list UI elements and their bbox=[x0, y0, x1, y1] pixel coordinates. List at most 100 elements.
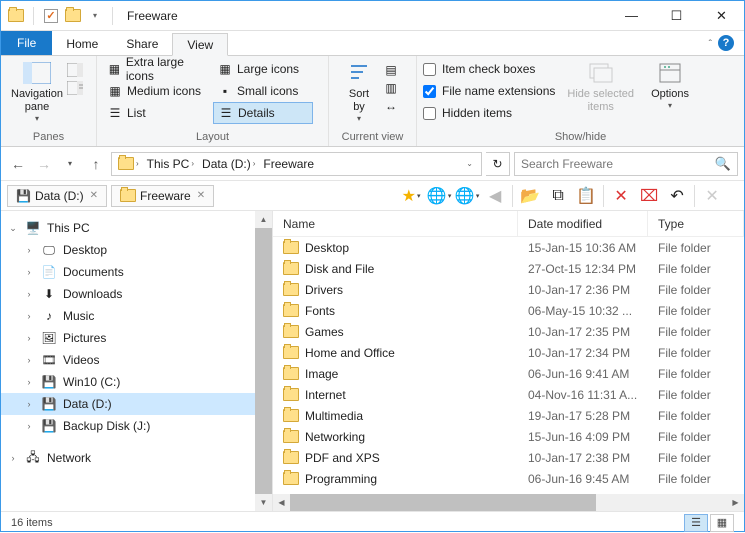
expand-icon[interactable]: › bbox=[23, 311, 35, 321]
recent-dropdown[interactable]: ▾ bbox=[59, 153, 81, 175]
scroll-up-icon[interactable]: ▲ bbox=[255, 211, 272, 228]
table-row[interactable]: Games10-Jan-17 2:35 PMFile folder bbox=[273, 321, 744, 342]
expand-icon[interactable]: › bbox=[23, 355, 35, 365]
sort-by-button[interactable]: Sort by ▾ bbox=[335, 58, 383, 126]
scroll-thumb[interactable] bbox=[255, 228, 272, 494]
layout-list[interactable]: ☰List bbox=[103, 102, 213, 124]
horizontal-scrollbar[interactable]: ◀ ▶ bbox=[273, 494, 744, 511]
minimize-button[interactable]: — bbox=[609, 1, 654, 30]
forward-button[interactable]: → bbox=[33, 153, 55, 175]
layout-medium[interactable]: ▦Medium icons bbox=[103, 80, 213, 102]
size-columns-icon[interactable]: ↔ bbox=[383, 98, 399, 114]
table-row[interactable]: Internet04-Nov-16 11:31 A...File folder bbox=[273, 384, 744, 405]
crumb-this-pc[interactable]: This PC› bbox=[143, 153, 198, 175]
maximize-button[interactable]: ☐ bbox=[654, 1, 699, 30]
col-name[interactable]: Name bbox=[273, 211, 518, 236]
nav-item[interactable]: ›💾Data (D:) bbox=[1, 393, 272, 415]
expand-icon[interactable]: › bbox=[23, 267, 35, 277]
table-row[interactable]: Desktop15-Jan-15 10:36 AMFile folder bbox=[273, 237, 744, 258]
chk-item-checkboxes[interactable]: Item check boxes bbox=[423, 58, 555, 80]
options-button[interactable]: Options ▾ bbox=[646, 58, 694, 113]
open-folder-button[interactable]: 📂 bbox=[517, 183, 543, 209]
nav-item[interactable]: ›⬇Downloads bbox=[1, 283, 272, 305]
nav-this-pc[interactable]: ⌄ 🖥️ This PC bbox=[1, 217, 272, 239]
table-row[interactable]: Networking15-Jun-16 4:09 PMFile folder bbox=[273, 426, 744, 447]
nav-item[interactable]: ›🎞Videos bbox=[1, 349, 272, 371]
chk-hidden-items[interactable]: Hidden items bbox=[423, 102, 555, 124]
crumb-dropdown-icon[interactable]: ⌄ bbox=[460, 159, 479, 168]
qat-dropdown-icon[interactable]: ▾ bbox=[86, 5, 104, 27]
breadcrumb[interactable]: › This PC› Data (D:)› Freeware ⌄ bbox=[111, 152, 482, 176]
qat-new-folder-icon[interactable] bbox=[64, 5, 82, 27]
view-details-button[interactable]: ☰ bbox=[684, 514, 708, 532]
tab-file[interactable]: File bbox=[1, 31, 52, 55]
delete-button[interactable]: ✕ bbox=[608, 183, 634, 209]
refresh-button[interactable]: ↻ bbox=[486, 152, 510, 176]
expand-icon[interactable]: › bbox=[23, 289, 35, 299]
paste-button[interactable]: 📋 bbox=[573, 183, 599, 209]
scroll-thumb[interactable] bbox=[290, 494, 596, 511]
navigation-pane-button[interactable]: Navigation pane ▾ bbox=[7, 58, 67, 126]
table-row[interactable]: Image06-Jun-16 9:41 AMFile folder bbox=[273, 363, 744, 384]
table-row[interactable]: Fonts06-May-15 10:32 ...File folder bbox=[273, 300, 744, 321]
nav-item[interactable]: ›🖼Pictures bbox=[1, 327, 272, 349]
undo-button[interactable]: ↶ bbox=[664, 183, 690, 209]
layout-details[interactable]: ☰Details bbox=[213, 102, 313, 124]
nav-item[interactable]: ›🖵Desktop bbox=[1, 239, 272, 261]
nav-item[interactable]: ›📄Documents bbox=[1, 261, 272, 283]
nav-scrollbar[interactable]: ▲ ▼ bbox=[255, 211, 272, 511]
tab-view[interactable]: View bbox=[172, 33, 228, 56]
nav-item[interactable]: ›♪Music bbox=[1, 305, 272, 327]
col-date[interactable]: Date modified bbox=[518, 211, 648, 236]
add-columns-icon[interactable]: ▥ bbox=[383, 80, 399, 96]
collapse-icon[interactable]: ⌄ bbox=[7, 223, 19, 234]
table-row[interactable]: Drivers10-Jan-17 2:36 PMFile folder bbox=[273, 279, 744, 300]
globe-green-button[interactable]: 🌐▾ bbox=[426, 183, 452, 209]
details-pane-icon[interactable] bbox=[67, 80, 83, 96]
path-tab-freeware[interactable]: Freeware ✕ bbox=[111, 185, 214, 207]
layout-small[interactable]: ▪Small icons bbox=[213, 80, 313, 102]
tab-home[interactable]: Home bbox=[52, 32, 112, 55]
nav-network[interactable]: › 🖧 Network bbox=[1, 447, 272, 469]
close-button[interactable]: ✕ bbox=[699, 1, 744, 30]
expand-icon[interactable]: › bbox=[7, 453, 19, 463]
search-input[interactable]: Search Freeware 🔍 bbox=[514, 152, 738, 176]
table-row[interactable]: Programming06-Jun-16 9:45 AMFile folder bbox=[273, 468, 744, 489]
scroll-down-icon[interactable]: ▼ bbox=[255, 494, 272, 511]
qat-properties-icon[interactable]: ✓ bbox=[42, 5, 60, 27]
path-tab-data-d[interactable]: 💾 Data (D:) ✕ bbox=[7, 185, 107, 207]
navigation-pane[interactable]: ⌄ 🖥️ This PC ›🖵Desktop›📄Documents›⬇Downl… bbox=[1, 211, 273, 511]
copy-button[interactable]: ⧉ bbox=[545, 183, 571, 209]
expand-icon[interactable]: › bbox=[23, 333, 35, 343]
close-tab-icon[interactable]: ✕ bbox=[197, 190, 205, 201]
collapse-ribbon-icon[interactable]: ˆ bbox=[709, 39, 712, 50]
favorites-button[interactable]: ★▾ bbox=[398, 183, 424, 209]
view-thumbnails-button[interactable]: ▦ bbox=[710, 514, 734, 532]
table-row[interactable]: Disk and File27-Oct-15 12:34 PMFile fold… bbox=[273, 258, 744, 279]
nav-item[interactable]: ›💾Win10 (C:) bbox=[1, 371, 272, 393]
up-button[interactable]: ↑ bbox=[85, 153, 107, 175]
crumb-freeware[interactable]: Freeware bbox=[259, 153, 318, 175]
scroll-right-icon[interactable]: ▶ bbox=[727, 494, 744, 511]
table-row[interactable]: Home and Office10-Jan-17 2:34 PMFile fol… bbox=[273, 342, 744, 363]
layout-extra-large[interactable]: ▦Extra large icons bbox=[103, 58, 213, 80]
table-row[interactable]: Multimedia19-Jan-17 5:28 PMFile folder bbox=[273, 405, 744, 426]
expand-icon[interactable]: › bbox=[23, 421, 35, 431]
tab-share[interactable]: Share bbox=[112, 32, 172, 55]
delete-perm-button[interactable]: ⌧ bbox=[636, 183, 662, 209]
back-button[interactable]: ← bbox=[7, 153, 29, 175]
back-history-button[interactable]: ◀ bbox=[482, 183, 508, 209]
layout-large[interactable]: ▦Large icons bbox=[213, 58, 313, 80]
crumb-data-d[interactable]: Data (D:)› bbox=[198, 153, 259, 175]
expand-icon[interactable]: › bbox=[23, 377, 35, 387]
close-tab-icon[interactable]: ✕ bbox=[90, 190, 98, 201]
hide-selected-button[interactable]: Hide selected items bbox=[563, 58, 638, 116]
crumb-root[interactable]: › bbox=[114, 153, 143, 175]
group-by-icon[interactable]: ▤ bbox=[383, 62, 399, 78]
col-type[interactable]: Type bbox=[648, 211, 744, 236]
table-row[interactable]: PDF and XPS10-Jan-17 2:38 PMFile folder bbox=[273, 447, 744, 468]
nav-item[interactable]: ›💾Backup Disk (J:) bbox=[1, 415, 272, 437]
scroll-left-icon[interactable]: ◀ bbox=[273, 494, 290, 511]
expand-icon[interactable]: › bbox=[23, 399, 35, 409]
expand-icon[interactable]: › bbox=[23, 245, 35, 255]
